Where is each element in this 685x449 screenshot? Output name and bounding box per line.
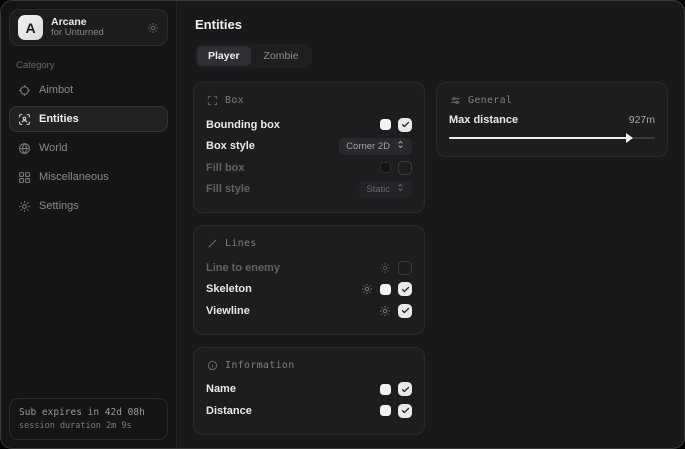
sidebar-item-label: Entities [39, 113, 79, 125]
brand-subtitle: for Unturned [51, 28, 139, 39]
line-to-enemy-checkbox[interactable] [398, 261, 412, 275]
max-distance-value: 927m [629, 114, 655, 126]
section-title: Information [225, 360, 295, 371]
slider-thumb[interactable] [626, 133, 633, 143]
setting-row-line-to-enemy: Line to enemy [206, 257, 412, 279]
setting-row-distance: Distance [206, 400, 412, 422]
line-icon [207, 238, 218, 249]
skeleton-checkbox[interactable] [398, 282, 412, 296]
fill-style-select[interactable]: Static [359, 181, 412, 198]
color-swatch[interactable] [380, 405, 391, 416]
setting-row-viewline: Viewline [206, 300, 412, 322]
setting-row-fill-box: Fill box [206, 157, 412, 179]
information-card: Information Name Distance [193, 347, 425, 435]
brand-card: A Arcane for Unturned [9, 9, 168, 46]
entity-tabs: Player Zombie [195, 44, 312, 68]
sidebar: A Arcane for Unturned Category Aimbot [1, 1, 177, 448]
info-icon [207, 360, 218, 371]
viewline-checkbox[interactable] [398, 304, 412, 318]
color-swatch[interactable] [380, 384, 391, 395]
crosshair-icon [18, 84, 31, 97]
gear-icon[interactable] [379, 305, 391, 317]
sidebar-item-settings[interactable]: Settings [9, 193, 168, 219]
sidebar-item-entities[interactable]: Entities [9, 106, 168, 132]
gear-icon[interactable] [379, 262, 391, 274]
app-window: A Arcane for Unturned Category Aimbot [0, 0, 685, 449]
tab-player[interactable]: Player [197, 46, 251, 66]
lines-card: Lines Line to enemy Skeleton [193, 225, 425, 335]
box-card: Box Bounding box Box style [193, 82, 425, 213]
general-card: General Max distance 927m [436, 82, 668, 157]
max-distance-slider-fill [449, 137, 630, 139]
brand-logo: A [18, 15, 43, 40]
fill-box-checkbox[interactable] [398, 161, 412, 175]
setting-row-fill-style: Fill style Static [206, 179, 412, 201]
brand-settings-icon[interactable] [147, 22, 159, 34]
scan-person-icon [18, 113, 31, 126]
setting-row-box-style: Box style Corner 2D [206, 136, 412, 158]
main-content: Entities Player Zombie Box Bounding box [177, 1, 684, 448]
setting-row-max-distance: Max distance 927m [449, 114, 655, 126]
setting-row-skeleton: Skeleton [206, 279, 412, 301]
subscription-card: Sub expires in 42d 08h session duration … [9, 398, 168, 440]
color-swatch[interactable] [380, 284, 391, 295]
max-distance-slider[interactable] [449, 132, 655, 144]
sidebar-item-label: Aimbot [39, 84, 73, 96]
sidebar-item-world[interactable]: World [9, 135, 168, 161]
session-duration-text: session duration 2m 9s [19, 420, 158, 433]
sidebar-item-label: Miscellaneous [39, 171, 109, 183]
page-title: Entities [195, 17, 668, 32]
color-swatch[interactable] [380, 119, 391, 130]
gear-icon[interactable] [361, 283, 373, 295]
sidebar-nav: Aimbot Entities World Miscellaneous [9, 77, 168, 219]
setting-row-name: Name [206, 379, 412, 401]
sidebar-item-label: World [39, 142, 68, 154]
gear-icon [18, 200, 31, 213]
sidebar-item-aimbot[interactable]: Aimbot [9, 77, 168, 103]
section-title: Box [225, 95, 244, 106]
sidebar-item-label: Settings [39, 200, 79, 212]
color-swatch[interactable] [380, 162, 391, 173]
category-label: Category [16, 60, 168, 71]
bounding-box-checkbox[interactable] [398, 118, 412, 132]
layout-grid-icon [18, 171, 31, 184]
sub-expiry-text: Sub expires in 42d 08h [19, 406, 158, 420]
sidebar-item-miscellaneous[interactable]: Miscellaneous [9, 164, 168, 190]
distance-checkbox[interactable] [398, 404, 412, 418]
section-title: General [468, 95, 512, 106]
setting-row-bounding-box: Bounding box [206, 114, 412, 136]
scan-corners-icon [207, 95, 218, 106]
name-checkbox[interactable] [398, 382, 412, 396]
chevrons-up-down-icon [396, 140, 405, 152]
chevrons-up-down-icon [396, 183, 405, 195]
tab-zombie[interactable]: Zombie [253, 46, 310, 66]
section-title: Lines [225, 238, 257, 249]
globe-icon [18, 142, 31, 155]
sliders-icon [450, 95, 461, 106]
box-style-select[interactable]: Corner 2D [339, 138, 412, 155]
